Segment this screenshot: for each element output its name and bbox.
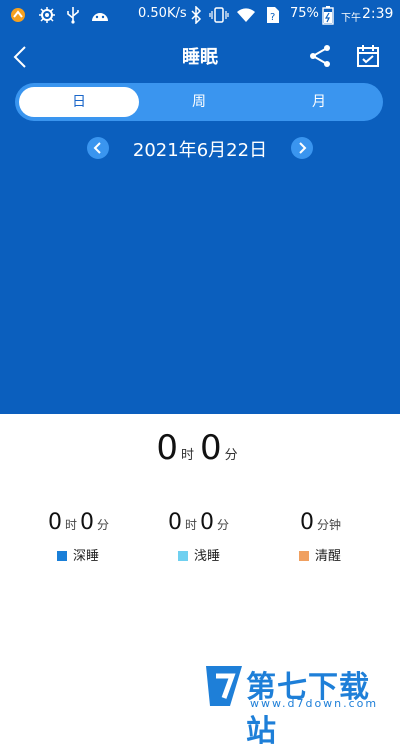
light-sleep-hours: 0 xyxy=(167,510,182,535)
legend-label: 深睡 xyxy=(73,549,100,564)
awake-unit: 分钟 xyxy=(316,518,341,532)
next-date-button[interactable] xyxy=(291,137,313,159)
time-prefix: 下午 xyxy=(341,13,361,24)
deep-sleep-minutes: 0 xyxy=(80,510,94,535)
calendar-icon[interactable] xyxy=(356,44,380,68)
battery-percent: 75% xyxy=(290,6,319,21)
legend-swatch xyxy=(57,551,67,561)
legend-deep-sleep: 深睡 xyxy=(57,545,100,564)
svg-text:?: ? xyxy=(270,12,275,23)
page-title: 睡眠 xyxy=(182,47,218,68)
tab-week[interactable]: 周 xyxy=(139,87,259,117)
light-sleep-hours-unit: 时 xyxy=(184,518,197,532)
light-sleep-duration: 0时0分 xyxy=(135,510,265,535)
legend-swatch xyxy=(178,551,188,561)
bluetooth-icon xyxy=(191,6,202,24)
selected-date: 2021年6月22日 xyxy=(132,140,268,161)
legend-label: 浅睡 xyxy=(194,549,221,564)
total-sleep: 0时0分 xyxy=(0,428,400,468)
period-tab-bar: 日 周 月 xyxy=(15,83,383,121)
deep-sleep-hours-unit: 时 xyxy=(64,518,77,532)
light-sleep-minutes: 0 xyxy=(200,510,214,535)
tab-month[interactable]: 月 xyxy=(259,87,379,117)
chevron-right-icon xyxy=(299,142,307,154)
usb-icon xyxy=(67,7,79,24)
light-sleep-minutes-unit: 分 xyxy=(217,518,230,532)
no-sim-icon: ? xyxy=(267,7,279,23)
network-speed: 0.50K/s xyxy=(138,6,187,21)
total-hours-unit: 时 xyxy=(180,448,194,463)
chevron-left-icon xyxy=(93,142,101,154)
share-icon[interactable] xyxy=(308,44,332,68)
vibrate-icon xyxy=(209,7,229,23)
legend-swatch xyxy=(299,551,309,561)
watermark-url: www.d7down.com xyxy=(250,697,379,710)
clock: 2:39 xyxy=(362,6,394,22)
previous-date-button[interactable] xyxy=(87,137,109,159)
total-minutes: 0 xyxy=(200,428,222,468)
settings-notification-icon xyxy=(39,7,55,23)
legend-label: 清醒 xyxy=(315,549,342,564)
awake-value: 0 xyxy=(299,510,314,535)
deep-sleep-hours: 0 xyxy=(47,510,62,535)
wifi-icon xyxy=(237,8,255,22)
tab-day[interactable]: 日 xyxy=(19,87,139,117)
total-minutes-unit: 分 xyxy=(224,448,238,463)
android-icon xyxy=(92,13,108,21)
battery-icon xyxy=(322,6,334,25)
legend-awake: 清醒 xyxy=(299,545,342,564)
status-bar: 0.50K/s ? 75% 下午 2:39 xyxy=(0,0,400,30)
deep-sleep-minutes-unit: 分 xyxy=(97,518,110,532)
total-hours: 0 xyxy=(156,428,178,468)
awake-duration: 0 分钟 xyxy=(257,510,387,535)
deep-sleep-duration: 0时0分 xyxy=(15,510,145,535)
app-notification-icon xyxy=(11,8,25,22)
legend-light-sleep: 浅睡 xyxy=(178,545,221,564)
